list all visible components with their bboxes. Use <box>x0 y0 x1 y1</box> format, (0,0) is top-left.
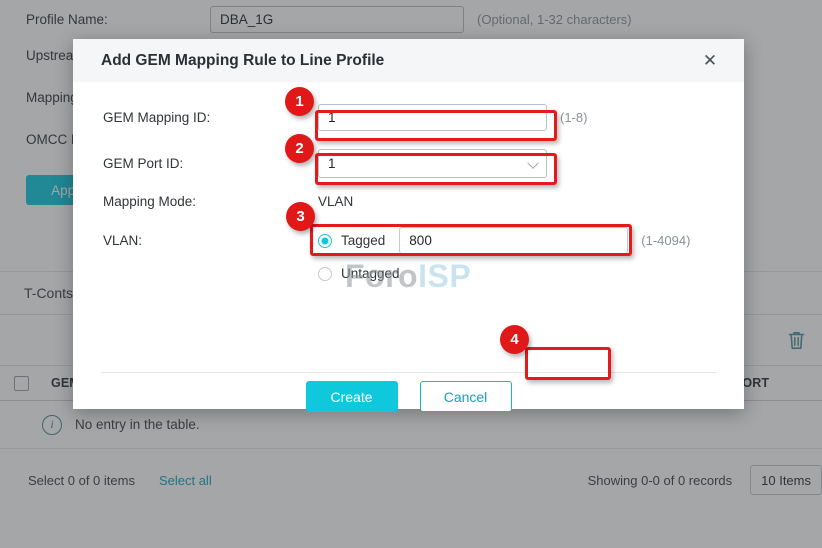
gem-port-id-label: GEM Port ID: <box>103 156 318 171</box>
mapping-mode-value: VLAN <box>318 194 353 209</box>
mapping-mode-row: Mapping Mode: VLAN <box>73 194 744 209</box>
mapping-mode-label: Mapping Mode: <box>103 194 318 209</box>
chevron-down-icon <box>527 157 538 168</box>
vlan-untagged-label: Untagged <box>341 266 400 281</box>
dialog-title: Add GEM Mapping Rule to Line Profile <box>101 52 384 70</box>
vlan-hint: (1-4094) <box>641 233 690 248</box>
dialog-body: GEM Mapping ID: 1 (1-8) GEM Port ID: 1 M… <box>73 82 744 409</box>
gem-mapping-id-hint: (1-8) <box>560 110 587 125</box>
vlan-id-input[interactable]: 800 <box>399 227 628 254</box>
vlan-tagged-label: Tagged <box>341 233 385 248</box>
vlan-tagged-radio[interactable] <box>318 234 332 248</box>
gem-port-id-select[interactable]: 1 <box>318 149 547 178</box>
dialog-footer-divider <box>101 372 716 373</box>
vlan-label: VLAN: <box>103 233 318 248</box>
vlan-untagged-row: Untagged <box>73 266 744 281</box>
cancel-button[interactable]: Cancel <box>420 381 512 412</box>
vlan-untagged-radio[interactable] <box>318 267 332 281</box>
gem-mapping-id-row: GEM Mapping ID: 1 (1-8) <box>73 104 744 131</box>
dialog-footer: Create Cancel <box>73 381 744 412</box>
vlan-tagged-row: VLAN: Tagged 800 (1-4094) <box>73 227 744 254</box>
create-button[interactable]: Create <box>306 381 398 412</box>
gem-port-id-value: 1 <box>328 156 336 171</box>
gem-mapping-id-input[interactable]: 1 <box>318 104 547 131</box>
dialog-header: Add GEM Mapping Rule to Line Profile ✕ <box>73 39 744 82</box>
gem-port-id-row: GEM Port ID: 1 <box>73 149 744 178</box>
gem-mapping-id-label: GEM Mapping ID: <box>103 110 318 125</box>
add-gem-mapping-rule-dialog: Add GEM Mapping Rule to Line Profile ✕ G… <box>73 39 744 409</box>
close-icon[interactable]: ✕ <box>698 49 722 73</box>
